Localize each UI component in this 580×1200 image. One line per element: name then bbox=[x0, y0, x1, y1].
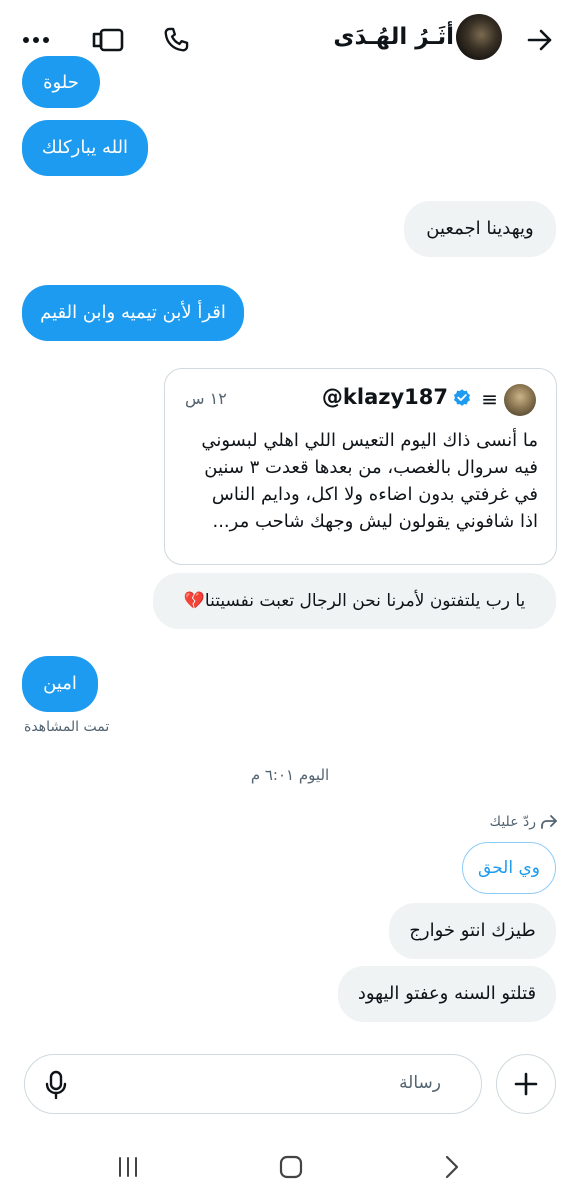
microphone-icon[interactable] bbox=[39, 1068, 73, 1102]
contact-avatar[interactable] bbox=[456, 14, 502, 60]
message-text: امين bbox=[43, 673, 77, 694]
message-text: ويهدينا اجمعين bbox=[426, 218, 534, 239]
recent-apps-icon[interactable] bbox=[108, 1148, 148, 1186]
message-bubble-sent[interactable]: امين bbox=[22, 656, 98, 712]
tweet-text-line: اذا شافوني يقولون ليش وجهك شاحب مر... bbox=[212, 511, 538, 532]
more-icon[interactable] bbox=[16, 20, 56, 60]
add-media-button[interactable] bbox=[496, 1054, 556, 1114]
message-text: اقرأ لأبن تيميه وابن القيم bbox=[40, 302, 226, 323]
message-bubble-received[interactable]: يا رب يلتفتون لأمرنا نحن الرجال تعبت نفس… bbox=[153, 573, 556, 629]
plus-icon bbox=[514, 1072, 538, 1096]
message-text: طيزك انتو خوارج bbox=[409, 920, 536, 941]
tweet-text-line: في غرفتي بدون اضاءه ولا اكل، ودايم الناس bbox=[211, 484, 538, 505]
message-bubble-sent[interactable]: اقرأ لأبن تيميه وابن القيم bbox=[22, 285, 244, 341]
message-bubble-sent[interactable]: حلوة bbox=[22, 56, 100, 108]
arrow-right-icon[interactable] bbox=[520, 20, 560, 60]
message-text: الله يباركلك bbox=[41, 137, 129, 158]
message-composer[interactable]: رسالة bbox=[24, 1054, 482, 1114]
message-bubble-sent[interactable]: الله يباركلك bbox=[22, 120, 148, 176]
verified-badge-icon bbox=[454, 389, 470, 406]
shared-tweet-card[interactable]: ≡ @klazy187 ١٢ س ما أنسى ذاك اليوم التعي… bbox=[164, 368, 557, 565]
reply-indicator: ردّ عليك bbox=[490, 814, 558, 830]
message-text: حلوة bbox=[43, 72, 79, 93]
video-call-icon[interactable] bbox=[88, 20, 128, 60]
message-bubble-received[interactable]: قتلتو السنه وعفتو اليهود bbox=[338, 966, 556, 1022]
replied-message-preview[interactable]: وي الحق bbox=[462, 842, 556, 894]
reply-arrow-icon bbox=[541, 815, 557, 829]
message-timestamp: اليوم ٦:٠١ م bbox=[250, 766, 330, 784]
tweet-text-line: ما أنسى ذاك اليوم التعيس اللي اهلي لبسون… bbox=[201, 430, 538, 451]
list-icon: ≡ bbox=[481, 387, 498, 411]
home-icon[interactable] bbox=[271, 1148, 311, 1186]
tweet-author-handle: @klazy187 bbox=[321, 385, 448, 409]
tweet-time: ١٢ س bbox=[185, 389, 227, 408]
seen-status: تمت المشاهدة bbox=[24, 719, 110, 735]
message-text: يا رب يلتفتون لأمرنا نحن الرجال تعبت نفس… bbox=[183, 591, 526, 611]
message-input[interactable]: رسالة bbox=[399, 1073, 441, 1093]
message-text: قتلتو السنه وعفتو اليهود bbox=[357, 983, 537, 1004]
tweet-text-line: فيه سروال بالغصب، من بعدها قعدت ٣ سنين bbox=[204, 457, 538, 478]
phone-icon[interactable] bbox=[156, 20, 196, 60]
message-bubble-received[interactable]: طيزك انتو خوارج bbox=[389, 903, 556, 959]
tweet-text: ما أنسى ذاك اليوم التعيس اللي اهلي لبسون… bbox=[183, 427, 538, 535]
contact-name[interactable]: أثَـرُ الهُـدَى bbox=[333, 24, 454, 50]
back-nav-icon[interactable] bbox=[432, 1148, 472, 1186]
tweet-author-avatar bbox=[504, 384, 536, 416]
message-bubble-received[interactable]: ويهدينا اجمعين bbox=[404, 201, 556, 257]
replied-message-text: وي الحق bbox=[478, 858, 540, 878]
reply-label: ردّ عليك bbox=[489, 814, 536, 830]
